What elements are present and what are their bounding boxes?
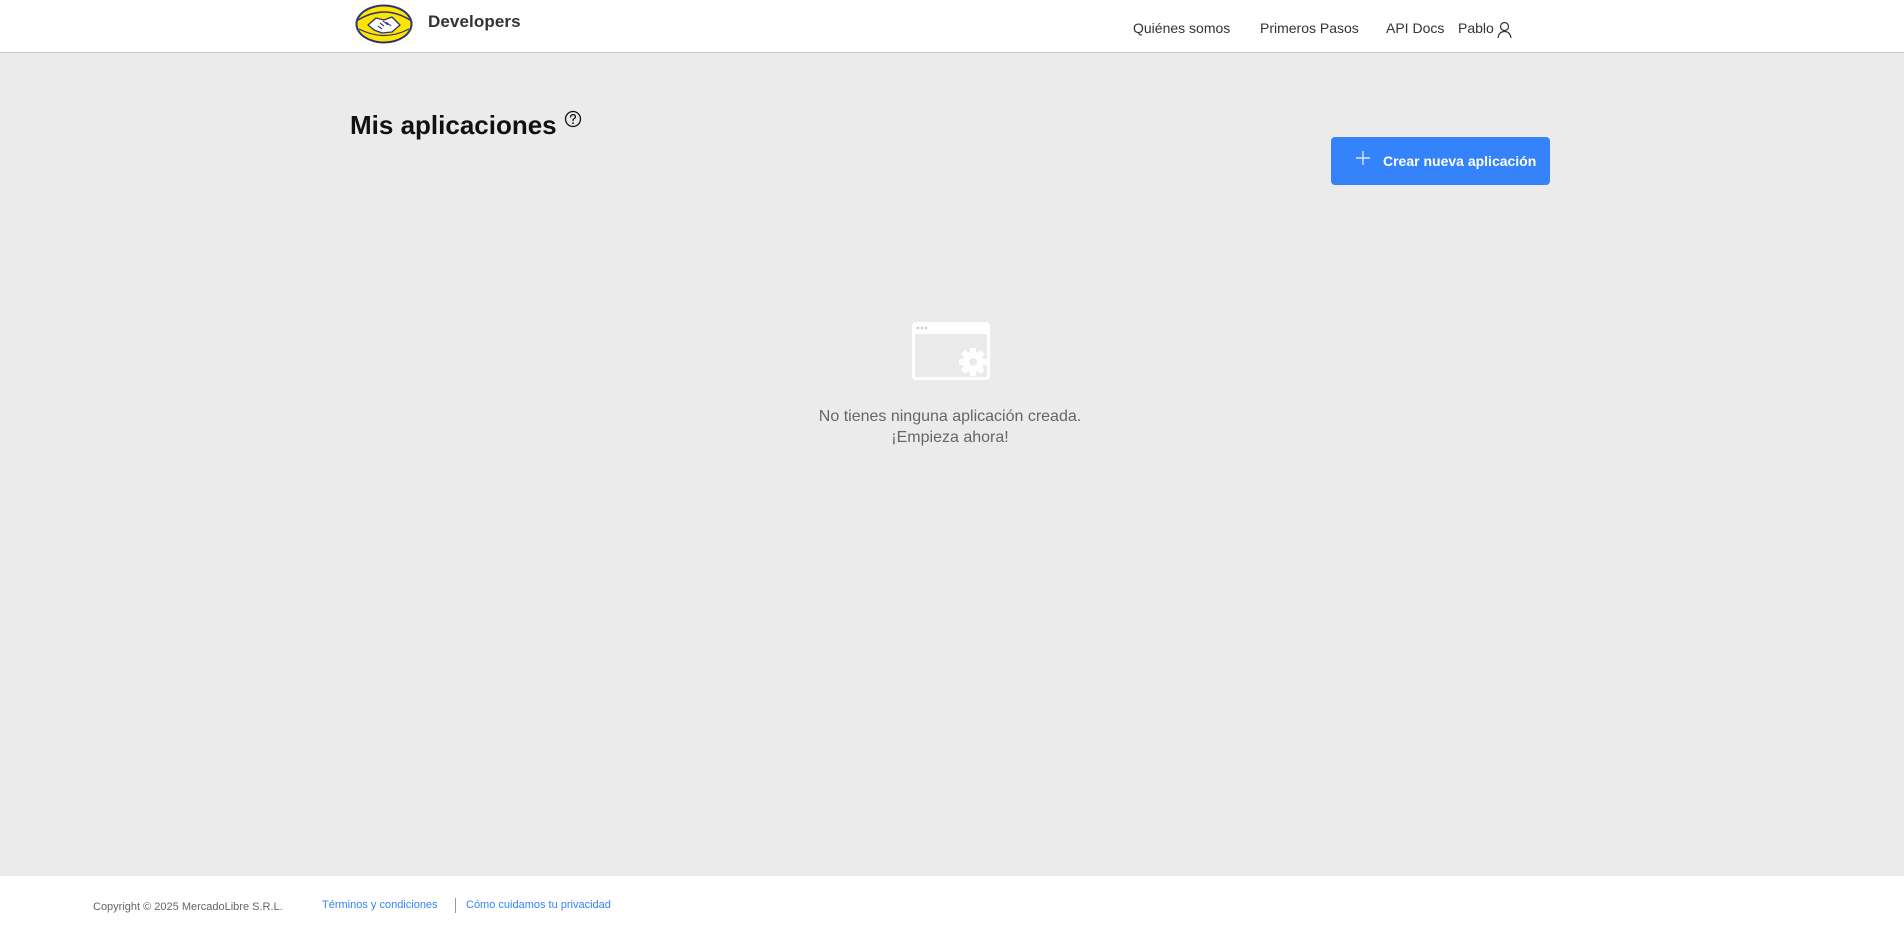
app-window-gear-icon: [912, 322, 990, 380]
mercadolibre-logo[interactable]: [354, 3, 414, 45]
question-circle-icon[interactable]: [564, 110, 582, 128]
create-app-button-label: Crear nueva aplicación: [1383, 153, 1537, 169]
brand-name[interactable]: Developers: [428, 12, 521, 32]
plus-icon: [1356, 151, 1370, 165]
copyright: Copyright © 2025 MercadoLibre S.R.L.: [93, 901, 283, 913]
user-icon[interactable]: [1497, 21, 1512, 39]
top-header: Developers Quiénes somos Primeros Pasos …: [0, 0, 1904, 53]
empty-state-cta-text: ¡Empieza ahora!: [891, 429, 1009, 446]
privacy-link[interactable]: Cómo cuidamos tu privacidad: [466, 899, 611, 911]
nav-api-docs[interactable]: API Docs: [1386, 20, 1444, 36]
nav-primeros-pasos[interactable]: Primeros Pasos: [1260, 20, 1359, 36]
create-app-button[interactable]: Crear nueva aplicación: [1331, 137, 1550, 185]
user-name[interactable]: Pablo: [1458, 20, 1494, 36]
empty-state-message: No tienes ninguna aplicación creada.: [818, 408, 1082, 425]
page-title: Mis aplicaciones: [350, 110, 557, 140]
footer-divider: [455, 898, 456, 913]
footer: Copyright © 2025 MercadoLibre S.R.L. Tér…: [0, 876, 1904, 926]
terms-link[interactable]: Términos y condiciones: [322, 899, 438, 911]
nav-quienes-somos[interactable]: Quiénes somos: [1133, 20, 1230, 36]
